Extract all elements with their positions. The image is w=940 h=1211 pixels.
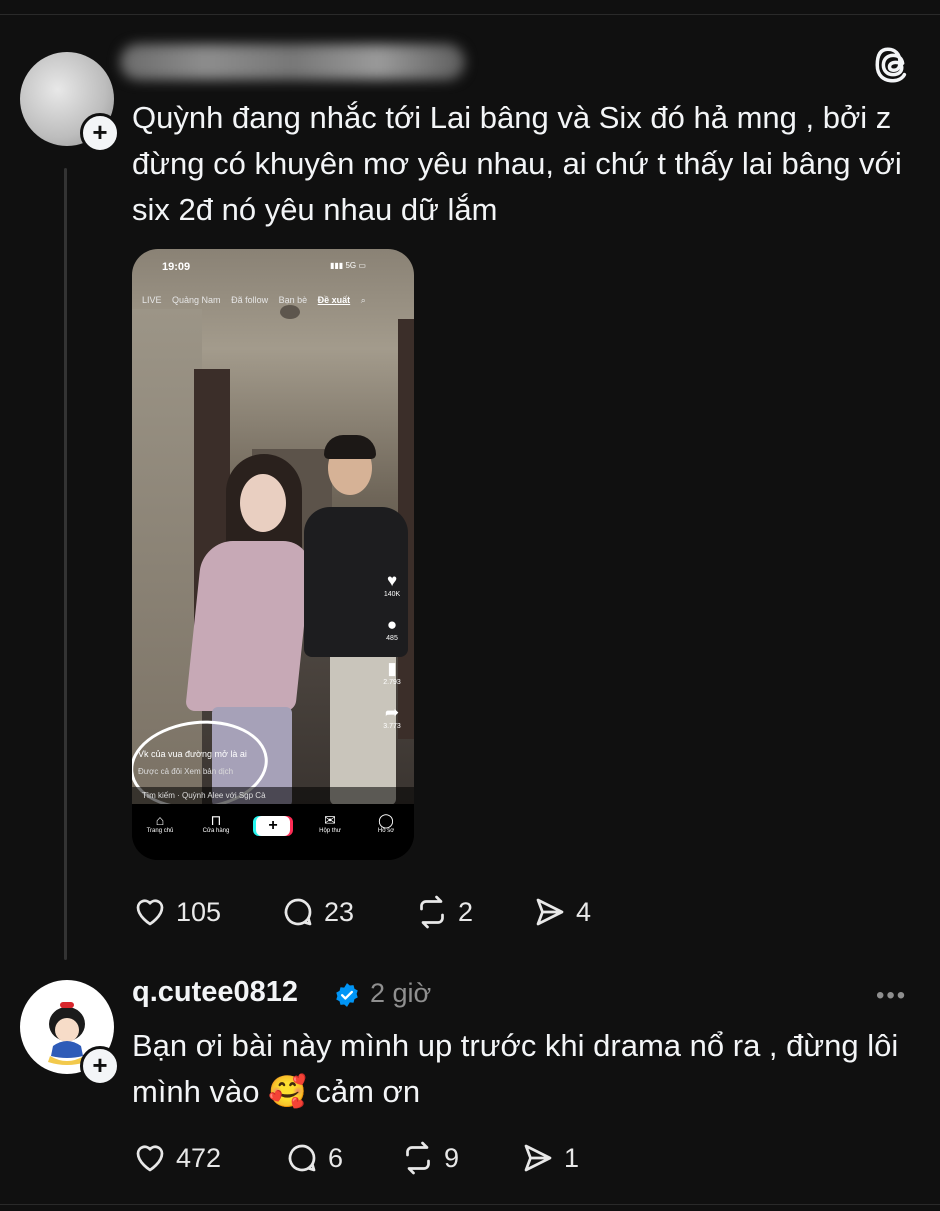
scene-person-1-face xyxy=(240,474,286,532)
tiktok-bottom-nav: ⌂ Trang chủ ⊓ Cửa hàng + ✉ Hộp thư ◯ Hồ … xyxy=(132,804,414,860)
comment-icon xyxy=(288,1144,316,1172)
comment-icon xyxy=(284,898,312,926)
comment-button[interactable]: 6 xyxy=(284,1138,343,1178)
post-action-bar: 105 23 2 4 xyxy=(132,892,632,932)
reply-username[interactable]: q.cutee0812 xyxy=(132,976,298,1009)
inbox-icon: ✉ xyxy=(324,812,336,828)
embedded-tiktok-screenshot[interactable]: 19:09 ▮▮▮ 5G ▭ LIVE Quảng Nam Đã follow … xyxy=(132,249,414,860)
scene-person-2-hair xyxy=(324,435,376,459)
comment-button[interactable]: 23 xyxy=(280,892,354,932)
like-count: 140K xyxy=(383,591,401,598)
tiktok-feed-tabs: LIVE Quảng Nam Đã follow Bạn bè Đề xuất … xyxy=(142,295,406,309)
search-suggestion-bar[interactable]: Tìm kiếm · Quỳnh Alee với Sgp Cà xyxy=(132,787,414,804)
save-count: 2.793 xyxy=(383,679,401,686)
side-save[interactable]: ▮ 2.793 xyxy=(374,659,410,686)
like-button[interactable]: 472 xyxy=(132,1138,221,1178)
side-comment[interactable]: ● 485 xyxy=(374,615,410,642)
repost-count: 9 xyxy=(444,1142,460,1173)
comment-count: 23 xyxy=(324,896,355,927)
share-button[interactable]: 1 xyxy=(520,1138,579,1178)
tab-following[interactable]: Đã follow xyxy=(231,295,268,305)
tab-quang-nam[interactable]: Quảng Nam xyxy=(172,295,221,305)
create-button[interactable]: + xyxy=(256,816,290,836)
reply-timestamp: 2 giờ xyxy=(370,978,432,1008)
tab-friends[interactable]: Bạn bè xyxy=(279,295,308,305)
nav-profile-label: Hồ sơ xyxy=(377,828,395,834)
post-text: Quỳnh đang nhắc tới Lai bâng và Six đó h… xyxy=(132,100,902,227)
top-divider xyxy=(0,14,940,15)
nav-shop-label: Cửa hàng xyxy=(202,828,230,834)
thread-connector-line xyxy=(64,168,67,960)
send-icon xyxy=(536,898,564,926)
side-share[interactable]: ➦ 3.773 xyxy=(374,703,410,730)
bottom-divider xyxy=(0,1204,940,1205)
comment-count: 485 xyxy=(386,635,398,642)
more-options-icon[interactable]: ••• xyxy=(876,982,907,1010)
profile-icon: ◯ xyxy=(378,812,394,828)
share-count: 1 xyxy=(564,1142,580,1173)
search-icon[interactable]: ⌕ xyxy=(361,295,366,305)
repost-icon xyxy=(420,895,444,929)
share-count: 4 xyxy=(576,896,592,927)
send-icon xyxy=(524,1144,552,1172)
nav-inbox-label: Hộp thư xyxy=(319,828,341,834)
follow-plus-button[interactable]: + xyxy=(80,113,120,153)
scene-person-1-body xyxy=(185,541,313,711)
reply-action-bar: 472 6 9 1 xyxy=(132,1138,632,1178)
heart-icon xyxy=(136,1145,164,1172)
home-icon: ⌂ xyxy=(155,812,165,828)
heart-icon: ♥ xyxy=(386,571,398,590)
side-like[interactable]: ♥ 140K xyxy=(374,571,410,598)
share-count: 3.773 xyxy=(383,723,401,730)
phone-signal: ▮▮▮ 5G ▭ xyxy=(330,261,366,270)
like-count: 105 xyxy=(176,896,222,927)
nav-home[interactable]: ⌂ Trang chủ xyxy=(132,812,188,834)
battery-icon: ▭ xyxy=(358,261,366,270)
repost-count: 2 xyxy=(458,896,474,927)
like-button[interactable]: 105 xyxy=(132,892,221,932)
shopping-bag-icon: ⊓ xyxy=(210,812,222,828)
like-count: 472 xyxy=(176,1142,222,1173)
follow-plus-button[interactable]: + xyxy=(80,1046,120,1086)
nav-profile[interactable]: ◯ Hồ sơ xyxy=(358,812,414,834)
heart-icon xyxy=(136,899,164,926)
nav-inbox[interactable]: ✉ Hộp thư xyxy=(302,812,358,834)
network-label: 5G xyxy=(345,261,357,270)
blurred-username xyxy=(120,44,465,80)
nav-shop[interactable]: ⊓ Cửa hàng xyxy=(188,812,244,834)
reply-text: Bạn ơi bài này mình up trước khi drama n… xyxy=(132,1028,899,1109)
nav-home-label: Trang chủ xyxy=(146,828,174,834)
video-scene xyxy=(132,249,414,809)
comment-count: 6 xyxy=(328,1142,344,1173)
threads-logo-icon[interactable] xyxy=(872,44,914,86)
tab-live[interactable]: LIVE xyxy=(142,295,162,305)
share-arrow-icon: ➦ xyxy=(384,703,400,722)
bookmark-icon: ▮ xyxy=(387,659,397,678)
repost-button[interactable]: 9 xyxy=(400,1138,459,1178)
comment-bubble-icon: ● xyxy=(386,615,398,634)
repost-button[interactable]: 2 xyxy=(414,892,473,932)
phone-clock: 19:09 xyxy=(162,261,191,273)
share-button[interactable]: 4 xyxy=(532,892,591,932)
repost-icon xyxy=(406,1141,430,1175)
tab-for-you[interactable]: Đề xuất xyxy=(318,295,351,305)
verified-badge-icon xyxy=(336,983,358,1007)
